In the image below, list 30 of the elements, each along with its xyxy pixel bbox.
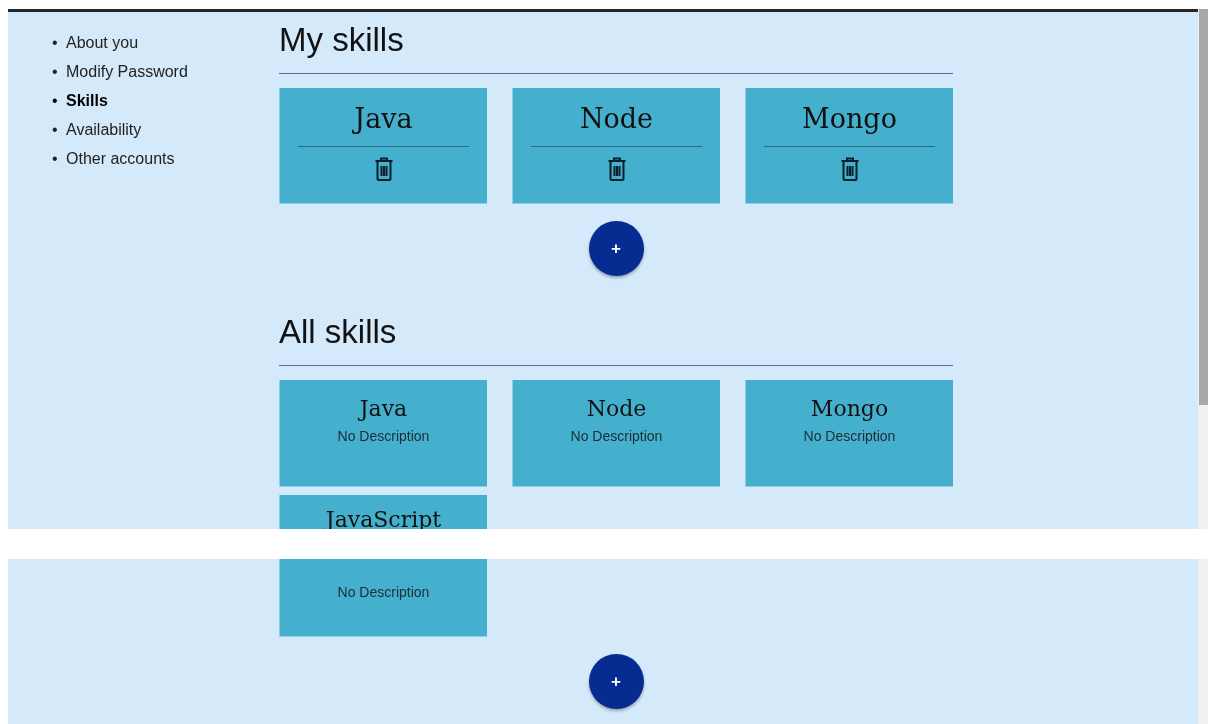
skill-description: No Description (337, 428, 430, 444)
skill-description: No Description (570, 428, 663, 444)
list-bullet: • (52, 91, 59, 111)
scrollbar[interactable] (1198, 9, 1208, 724)
section-heading: My skills (279, 21, 953, 74)
list-bullet: • (52, 149, 59, 169)
list-bullet: • (52, 33, 59, 53)
sidebar-link[interactable]: About you (66, 28, 139, 57)
list-bullet: • (52, 120, 59, 140)
skill-name: Java (359, 395, 408, 423)
skill-name: Mongo (801, 102, 898, 136)
add-skill-button[interactable]: + (588, 654, 644, 709)
skill-description: No Description (803, 428, 896, 444)
skill-name: Mongo (810, 395, 889, 423)
skill-description: No Description (337, 584, 430, 600)
skill-name: Java (351, 102, 414, 136)
sidebar-link[interactable]: Skills (66, 86, 108, 115)
sidebar-link[interactable]: Other accounts (66, 144, 175, 173)
skill-name: JavaScript (325, 506, 442, 534)
trash-icon[interactable] (373, 157, 394, 181)
trash-icon[interactable] (606, 157, 627, 181)
add-skill-button[interactable]: + (588, 221, 644, 276)
skill-name: Node (578, 102, 655, 136)
skill-name: Node (586, 395, 647, 423)
trash-icon[interactable] (839, 157, 860, 181)
scrollbar-thumb[interactable] (1199, 9, 1208, 405)
list-bullet: • (52, 62, 59, 82)
section-heading: All skills (279, 313, 953, 366)
sidebar-link[interactable]: Availability (66, 115, 142, 144)
sidebar-link[interactable]: Modify Password (66, 57, 188, 86)
